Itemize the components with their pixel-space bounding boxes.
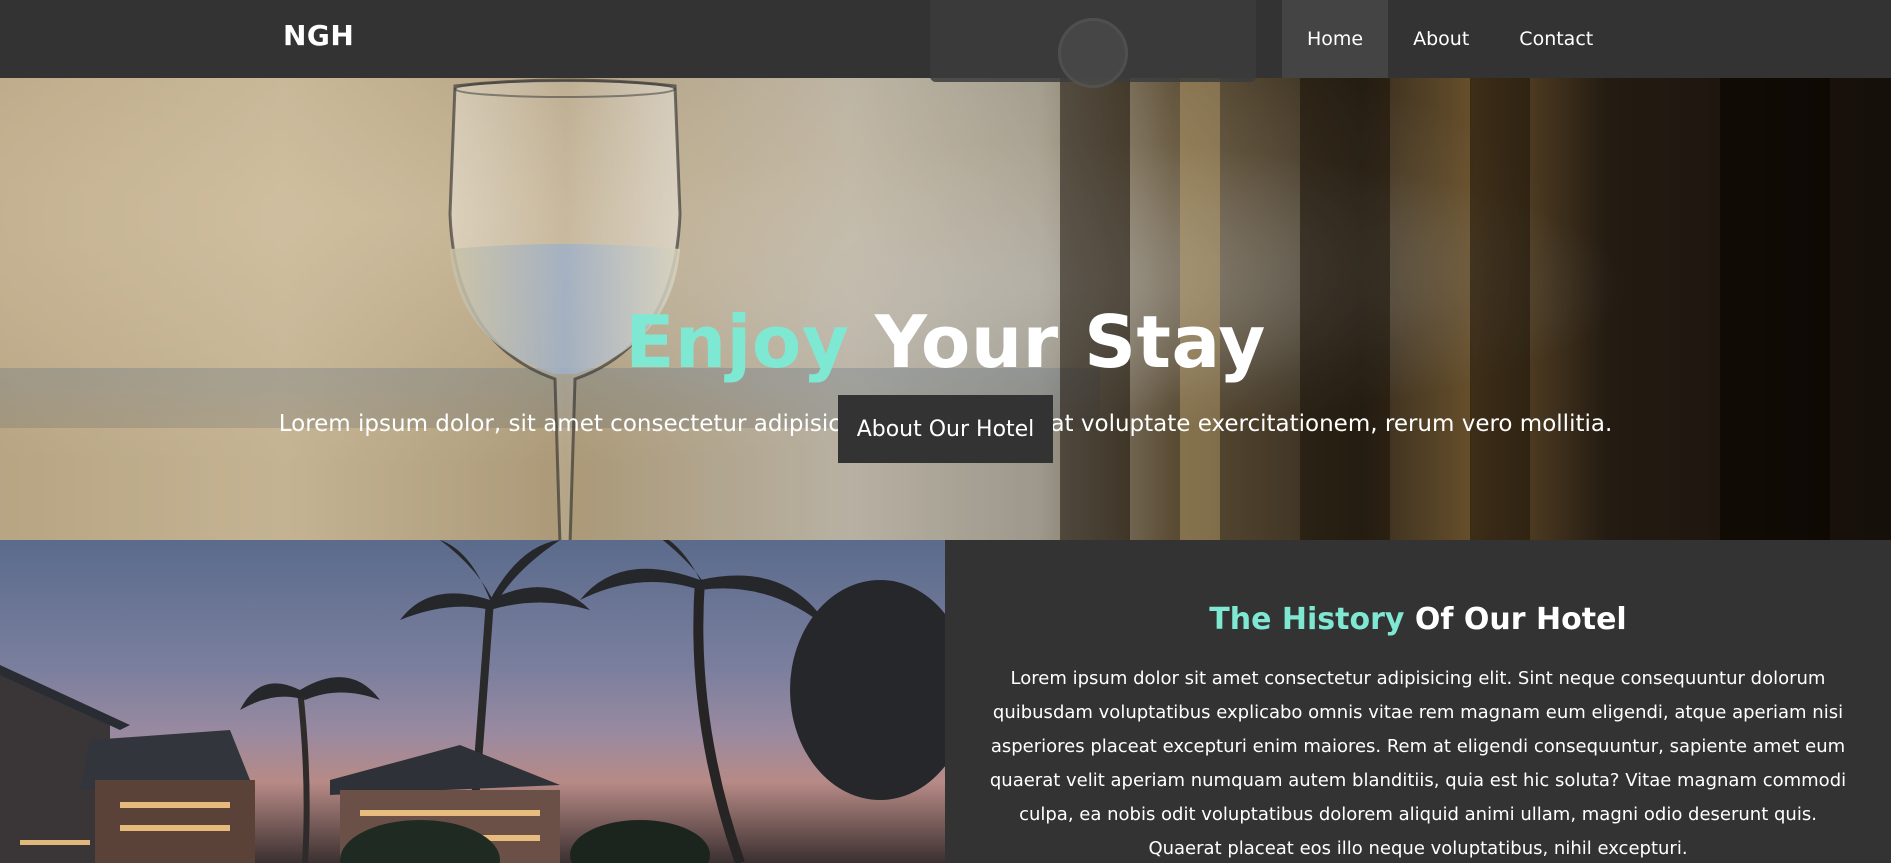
nav-link-about[interactable]: About (1388, 0, 1494, 78)
history-section: The History Of Our Hotel Lorem ipsum dol… (945, 540, 1891, 863)
globe-icon (1058, 18, 1128, 88)
hero-title: Enjoy Your Stay (0, 300, 1891, 384)
nav-links: Home About Contact (1282, 0, 1618, 78)
hero-title-rest: Your Stay (874, 300, 1266, 384)
hotel-exterior-image (0, 540, 945, 863)
about-hotel-button[interactable]: About Our Hotel (838, 395, 1053, 463)
history-title-rest: Of Our Hotel (1414, 602, 1627, 637)
history-title: The History Of Our Hotel (945, 602, 1891, 637)
hero-title-accent: Enjoy (625, 300, 850, 384)
hero-section: Enjoy Your Stay Lorem ipsum dolor, sit a… (0, 78, 1891, 540)
nav-link-contact[interactable]: Contact (1494, 0, 1618, 78)
site-logo[interactable]: NGH (283, 19, 354, 52)
history-title-accent: The History (1209, 602, 1405, 637)
palm-trees-image (0, 540, 945, 863)
history-body: Lorem ipsum dolor sit amet consectetur a… (989, 668, 1847, 859)
nav-link-home[interactable]: Home (1282, 0, 1389, 78)
